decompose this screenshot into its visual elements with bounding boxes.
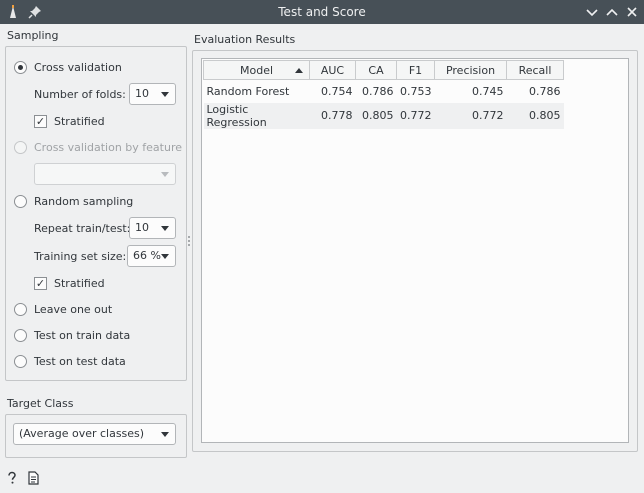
repeat-value: 10 — [135, 221, 149, 234]
evaluation-results-title: Evaluation Results — [194, 33, 296, 46]
column-header-label: Model — [239, 63, 274, 77]
splitter-handle[interactable] — [188, 234, 191, 252]
cross-validation-radio[interactable]: Cross validation — [14, 59, 122, 75]
leave-one-out-radio[interactable]: Leave one out — [14, 301, 112, 317]
table-cell-precision: 0.772 — [434, 102, 507, 129]
table-cell-recall: 0.786 — [506, 79, 564, 103]
chevron-down-icon — [161, 172, 169, 177]
column-header-model[interactable]: Model — [203, 60, 310, 80]
folds-label: Number of folds: — [34, 88, 126, 101]
column-header-auc[interactable]: AUC — [309, 60, 356, 80]
feature-select[interactable] — [34, 163, 176, 185]
chevron-up-icon[interactable] — [604, 4, 620, 20]
table-cell-model: Random Forest — [203, 79, 310, 103]
chevron-down-icon — [161, 92, 169, 97]
test-on-train-radio[interactable]: Test on train data — [14, 327, 130, 343]
stratified-checkbox[interactable]: ✓ Stratified — [34, 113, 105, 129]
stratified-label: Stratified — [54, 114, 105, 128]
table-header-row: Model AUC CA F1 Precision Recall — [203, 60, 564, 80]
stratified2-checkbox[interactable]: ✓ Stratified — [34, 275, 105, 291]
chevron-down-icon — [161, 254, 169, 259]
cv-by-feature-radio[interactable]: Cross validation by feature — [14, 139, 182, 155]
table-cell-precision: 0.745 — [434, 79, 507, 103]
folds-value: 10 — [135, 87, 149, 100]
checkbox-checked-icon[interactable]: ✓ — [34, 276, 47, 290]
close-icon[interactable] — [624, 4, 640, 20]
column-header-precision[interactable]: Precision — [434, 60, 507, 80]
sort-ascending-icon — [295, 68, 303, 73]
checkbox-checked-icon[interactable]: ✓ — [34, 114, 47, 128]
sampling-section-title: Sampling — [7, 29, 59, 42]
column-header-label: Recall — [518, 63, 552, 77]
repeat-label: Repeat train/test: — [34, 222, 131, 235]
column-header-ca[interactable]: CA — [355, 60, 397, 80]
target-class-section-title: Target Class — [7, 397, 74, 410]
test-on-test-label: Test on test data — [34, 354, 126, 368]
radio-button[interactable] — [14, 60, 27, 74]
chevron-down-icon — [161, 226, 169, 231]
table-row[interactable]: Logistic Regression 0.778 0.805 0.772 0.… — [203, 102, 564, 129]
random-sampling-radio[interactable]: Random sampling — [14, 193, 133, 209]
table-cell-ca: 0.786 — [355, 79, 397, 103]
chevron-down-icon[interactable] — [584, 4, 600, 20]
column-header-label: AUC — [320, 63, 345, 77]
window-title: Test and Score — [278, 5, 366, 19]
leave-one-out-label: Leave one out — [34, 302, 113, 316]
column-header-label: Precision — [445, 63, 496, 77]
help-icon[interactable] — [5, 471, 19, 485]
column-header-label: CA — [368, 63, 384, 77]
table-cell-f1: 0.772 — [396, 102, 435, 129]
test-on-train-label: Test on train data — [34, 328, 131, 342]
repeat-select[interactable]: 10 — [129, 217, 176, 239]
cv-by-feature-label: Cross validation by feature — [34, 140, 183, 154]
table-cell-model: Logistic Regression — [203, 102, 310, 129]
radio-button[interactable] — [14, 140, 27, 154]
radio-button[interactable] — [14, 194, 27, 208]
column-header-f1[interactable]: F1 — [396, 60, 435, 80]
stratified2-label: Stratified — [54, 276, 105, 290]
main-window: Sampling Cross validation Number of fold… — [0, 24, 644, 493]
table-row[interactable]: Random Forest 0.754 0.786 0.753 0.745 0.… — [203, 79, 564, 103]
results-table[interactable]: Model AUC CA F1 Precision Recall Random … — [203, 60, 564, 129]
radio-button[interactable] — [14, 354, 27, 368]
train-size-label: Training set size: — [34, 250, 127, 263]
table-cell-ca: 0.805 — [355, 102, 397, 129]
random-sampling-label: Random sampling — [34, 194, 134, 208]
column-header-recall[interactable]: Recall — [506, 60, 564, 80]
folds-select[interactable]: 10 — [129, 83, 176, 105]
cross-validation-label: Cross validation — [34, 60, 122, 74]
title-bar[interactable]: Test and Score — [0, 0, 644, 24]
report-icon[interactable] — [27, 471, 40, 485]
table-cell-f1: 0.753 — [396, 79, 435, 103]
target-class-value: (Average over classes) — [19, 427, 145, 440]
radio-button[interactable] — [14, 302, 27, 316]
radio-button[interactable] — [14, 328, 27, 342]
target-class-select[interactable]: (Average over classes) — [13, 423, 176, 445]
test-on-test-radio[interactable]: Test on test data — [14, 353, 126, 369]
table-cell-recall: 0.805 — [506, 102, 564, 129]
table-cell-auc: 0.778 — [309, 102, 356, 129]
train-size-select[interactable]: 66 % — [127, 245, 176, 267]
chevron-down-icon — [161, 432, 169, 437]
table-cell-auc: 0.754 — [309, 79, 356, 103]
train-size-value: 66 % — [133, 249, 161, 262]
column-header-label: F1 — [408, 63, 423, 77]
